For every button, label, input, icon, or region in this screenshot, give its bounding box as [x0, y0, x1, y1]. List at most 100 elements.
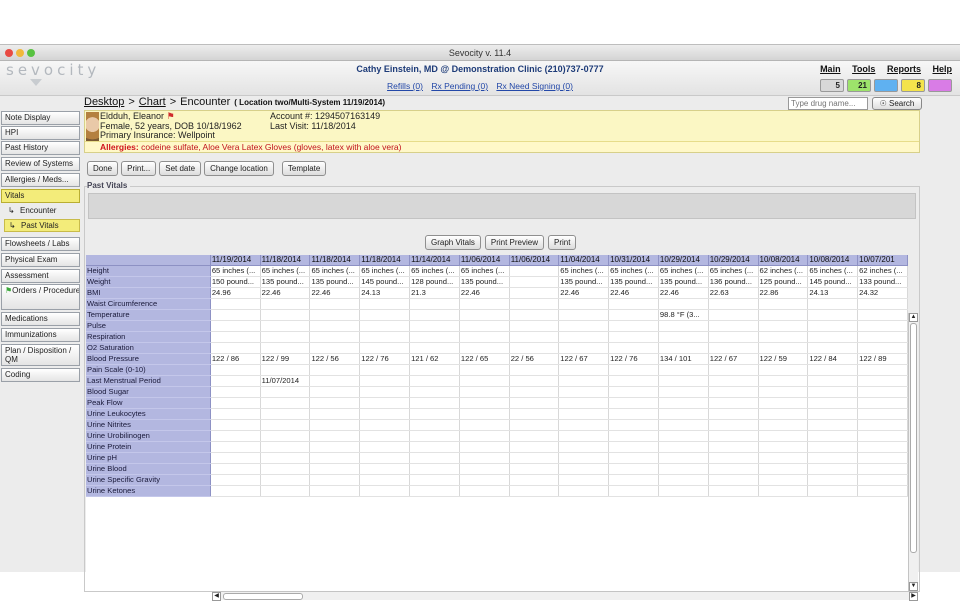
- close-window-icon[interactable]: [5, 49, 13, 57]
- table-row: BMI 24.96 22.46 22.46 24.13 21.3 22.46 22.46 22.…: [86, 287, 908, 300]
- date-column-header[interactable]: 11/18/2014: [260, 255, 311, 267]
- minimize-window-icon[interactable]: [16, 49, 24, 57]
- sidebar-item-vitals[interactable]: Vitals: [1, 189, 80, 203]
- scroll-up-icon[interactable]: ▲: [909, 313, 918, 322]
- inbox-icon[interactable]: 5: [820, 79, 844, 92]
- vital-cell: [758, 419, 809, 432]
- date-column-header[interactable]: 10/29/2014: [658, 255, 709, 267]
- vital-cell: [409, 408, 460, 421]
- date-column-header[interactable]: 10/08/2014: [758, 255, 809, 267]
- vital-cell: 135 pound...: [459, 276, 510, 289]
- breadcrumb-chart[interactable]: Chart: [139, 96, 166, 108]
- vital-cell: [708, 342, 759, 355]
- sidebar-item-immunizations[interactable]: Immunizations: [1, 328, 80, 342]
- vital-cell: [758, 364, 809, 377]
- breadcrumb-desktop[interactable]: Desktop: [84, 96, 124, 108]
- date-column-header[interactable]: 10/08/2014: [807, 255, 859, 267]
- sidebar-sub-encounter[interactable]: ↳ Encounter: [4, 205, 80, 218]
- sidebar-item-physical-exam[interactable]: Physical Exam: [1, 253, 80, 267]
- print-preview-button[interactable]: Print Preview: [484, 235, 544, 250]
- sidebar-item-orders-procedure[interactable]: ⚑Orders / Procedure: [1, 284, 80, 310]
- refills-link[interactable]: Refills (0): [387, 81, 423, 91]
- sidebar-item-hpi[interactable]: HPI: [1, 126, 80, 140]
- vital-cell: [359, 342, 411, 355]
- drug-search-input[interactable]: [788, 97, 868, 110]
- menu-reports[interactable]: Reports: [887, 64, 921, 74]
- scroll-thumb[interactable]: [910, 323, 917, 553]
- search-button[interactable]: ☉ Search: [872, 97, 922, 110]
- scroll-left-icon[interactable]: ◀: [212, 592, 221, 601]
- vital-row-label: Pulse: [86, 320, 211, 333]
- alert-icon[interactable]: 8: [901, 79, 925, 92]
- vital-cell: 22.46: [658, 287, 709, 300]
- sidebar-item-assessment[interactable]: Assessment: [1, 269, 80, 283]
- scroll-right-icon[interactable]: ▶: [909, 592, 918, 601]
- window-title: Sevocity v. 11.4: [448, 48, 512, 58]
- date-column-header[interactable]: 10/29/2014: [708, 255, 759, 267]
- table-row: Blood Sugar: [86, 386, 908, 399]
- print-vitals-button[interactable]: Print: [548, 235, 577, 250]
- search-icon: ☉: [879, 99, 887, 108]
- vital-cell: [708, 309, 759, 322]
- vital-cell: [260, 452, 311, 465]
- vital-cell: 122 / 65: [459, 353, 510, 366]
- template-button[interactable]: Template: [281, 161, 327, 176]
- patient-name[interactable]: Eldduh, Eleanor: [100, 111, 164, 121]
- set-date-button[interactable]: Set date: [159, 161, 202, 176]
- horizontal-scrollbar[interactable]: ◀ ▶: [212, 591, 918, 601]
- vital-cell: [509, 474, 560, 487]
- app-window: Sevocity v. 11.4 sevocity Cathy Einstein…: [0, 44, 960, 601]
- done-button[interactable]: Done: [87, 161, 119, 176]
- vital-cell: [558, 320, 610, 333]
- sidebar-item-allergies-meds[interactable]: Allergies / Meds...: [1, 173, 80, 187]
- date-column-header[interactable]: 10/31/2014: [608, 255, 659, 267]
- graph-vitals-button[interactable]: Graph Vitals: [425, 235, 481, 250]
- message-icon[interactable]: [874, 79, 898, 92]
- task-icon[interactable]: 21: [847, 79, 871, 92]
- menu-main[interactable]: Main: [820, 64, 841, 74]
- date-column-header[interactable]: 11/06/2014: [459, 255, 510, 267]
- vital-cell: [708, 320, 759, 333]
- date-column-header[interactable]: 11/18/2014: [359, 255, 411, 267]
- vital-cell: 65 inches (...: [807, 265, 859, 278]
- vital-cell: [459, 320, 510, 333]
- date-column-header[interactable]: 11/18/2014: [309, 255, 361, 267]
- rx-pending-link[interactable]: Rx Pending (0): [431, 81, 488, 91]
- sidebar-item-note-display[interactable]: Note Display: [1, 111, 80, 125]
- vital-cell: [260, 430, 311, 443]
- vital-row-label: Waist Circumference: [86, 298, 211, 311]
- vital-cell: [608, 364, 659, 377]
- vital-cell: [409, 364, 460, 377]
- menu-help[interactable]: Help: [932, 64, 952, 74]
- print-button[interactable]: Print...: [121, 161, 157, 176]
- sidebar-sub-past-vitals[interactable]: ↳ Past Vitals: [4, 219, 80, 232]
- menu-tools[interactable]: Tools: [852, 64, 875, 74]
- vital-cell: [758, 408, 809, 421]
- sidebar-item-coding[interactable]: Coding: [1, 368, 80, 382]
- sidebar-item-past-history[interactable]: Past History: [1, 141, 80, 155]
- vital-cell: [260, 331, 311, 344]
- sidebar-item-flowsheets-labs[interactable]: Flowsheets / Labs: [1, 237, 80, 251]
- change-location-button[interactable]: Change location: [204, 161, 274, 176]
- vital-cell: [758, 386, 809, 399]
- vital-cell: [210, 375, 261, 388]
- date-column-header[interactable]: 11/19/2014: [210, 255, 261, 267]
- vital-row-label: Height: [86, 265, 211, 278]
- table-row: Urine Specific Gravity: [86, 474, 908, 487]
- scroll-down-icon[interactable]: ▼: [909, 582, 918, 591]
- date-column-header[interactable]: 11/14/2014: [409, 255, 460, 267]
- sidebar-item-plan-disposition[interactable]: Plan / Disposition / QM: [1, 344, 80, 366]
- mail-icon[interactable]: [928, 79, 952, 92]
- table-row: Respiration: [86, 331, 908, 344]
- zoom-window-icon[interactable]: [27, 49, 35, 57]
- breadcrumb-row: Desktop > Chart > Encounter( Location two/Mu…: [84, 96, 960, 111]
- rx-need-signing-link[interactable]: Rx Need Signing (0): [496, 81, 573, 91]
- date-column-header[interactable]: 11/04/2014: [558, 255, 610, 267]
- date-column-header[interactable]: 11/06/2014: [509, 255, 560, 267]
- vertical-scrollbar[interactable]: ▲ ▼: [908, 313, 918, 591]
- scroll-thumb[interactable]: [223, 593, 303, 600]
- sidebar-item-review-of-systems[interactable]: Review of Systems: [1, 157, 80, 171]
- vital-cell: [658, 342, 709, 355]
- date-column-header[interactable]: 10/07/201: [857, 255, 908, 267]
- sidebar-item-medications[interactable]: Medications: [1, 312, 80, 326]
